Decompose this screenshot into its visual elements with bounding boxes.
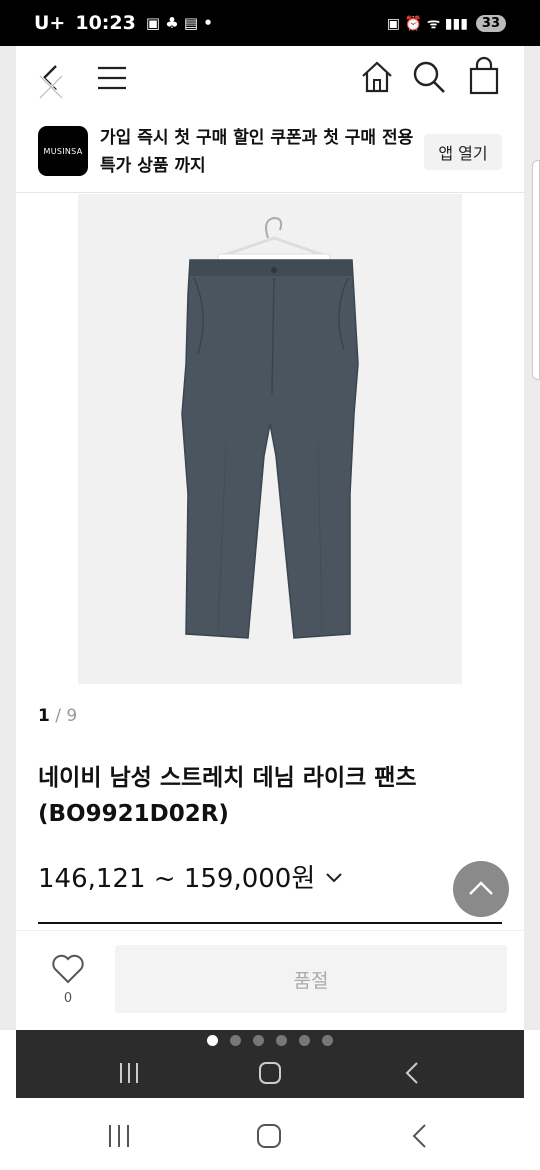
page-dot: [276, 1035, 287, 1046]
inner-nav-icons: [16, 1052, 524, 1094]
status-right: ▣ ⏰ ᯤ ▮▮▮ 33: [387, 14, 506, 33]
like-count: 0: [63, 991, 73, 1006]
chevron-down-icon[interactable]: [323, 866, 345, 888]
search-icon[interactable]: [410, 58, 448, 96]
app-header: [16, 46, 524, 110]
promo-text: 가입 즉시 첫 구매 할인 쿠폰과 첫 구매 전용 특가 상품 까지: [100, 128, 414, 176]
app-navigation-bar: [16, 1030, 524, 1098]
home-button-icon[interactable]: [255, 1122, 283, 1150]
home-button-icon[interactable]: [257, 1060, 283, 1086]
price-row[interactable]: 146,121 ~ 159,000원: [38, 858, 345, 895]
price-divider: [38, 922, 502, 924]
pager-current: 1: [38, 706, 50, 726]
battery-badge: 33: [475, 14, 506, 32]
like-button[interactable]: 0: [46, 953, 90, 1006]
system-status-icons: ▣ ⏰ ᯤ ▮▮▮: [386, 15, 468, 32]
page-dot: [299, 1035, 310, 1046]
purchase-action-bar: 0 품절: [16, 930, 524, 1030]
clock: 10:23: [75, 12, 136, 34]
system-navigation-bar: [0, 1098, 540, 1170]
notification-icons: ▣ ♣ ▤ •: [145, 14, 213, 32]
recent-apps-icon[interactable]: [116, 1060, 142, 1086]
frame-left: [0, 46, 16, 1030]
status-left: U+ 10:23 ▣ ♣ ▤ •: [34, 12, 213, 34]
price: 146,121 ~ 159,000원: [38, 864, 316, 894]
divider: [16, 192, 524, 193]
app-promo-banner: MUSINSA 가입 즉시 첫 구매 할인 쿠폰과 첫 구매 전용 특가 상품 …: [16, 112, 524, 192]
pager-total: 9: [66, 706, 78, 726]
soldout-button[interactable]: 품절: [115, 945, 507, 1013]
back-button-icon[interactable]: [400, 1060, 426, 1086]
home-icon[interactable]: [358, 58, 396, 96]
chevron-up-icon: [469, 881, 493, 895]
pager-separator: /: [55, 706, 61, 726]
cart-icon[interactable]: [466, 56, 502, 96]
product-title: 네이비 남성 스트레치 데님 라이크 팬츠 (BO9921D02R): [38, 765, 417, 827]
musinsa-logo: MUSINSA: [38, 126, 88, 176]
page-dot: [322, 1035, 333, 1046]
edge-panel-handle[interactable]: [532, 160, 540, 380]
product-image[interactable]: [78, 194, 462, 684]
close-icon[interactable]: [32, 68, 72, 108]
recent-apps-icon[interactable]: [105, 1122, 133, 1150]
open-app-button[interactable]: 앱 열기: [424, 134, 502, 170]
pants-illustration: [181, 216, 359, 639]
page-dot: [207, 1035, 218, 1046]
menu-icon[interactable]: [94, 60, 130, 96]
image-pager: 1 / 9: [38, 706, 77, 726]
heart-icon: [52, 954, 84, 984]
page-dot: [230, 1035, 241, 1046]
scroll-to-top-button[interactable]: [453, 861, 509, 917]
page-indicator: [16, 1035, 524, 1046]
carrier-label: U+: [34, 12, 66, 34]
page-content: MUSINSA 가입 즉시 첫 구매 할인 쿠폰과 첫 구매 전용 특가 상품 …: [16, 46, 524, 1030]
back-button-icon[interactable]: [407, 1122, 435, 1150]
status-bar: U+ 10:23 ▣ ♣ ▤ • ▣ ⏰ ᯤ ▮▮▮ 33: [0, 0, 540, 46]
page-dot: [253, 1035, 264, 1046]
